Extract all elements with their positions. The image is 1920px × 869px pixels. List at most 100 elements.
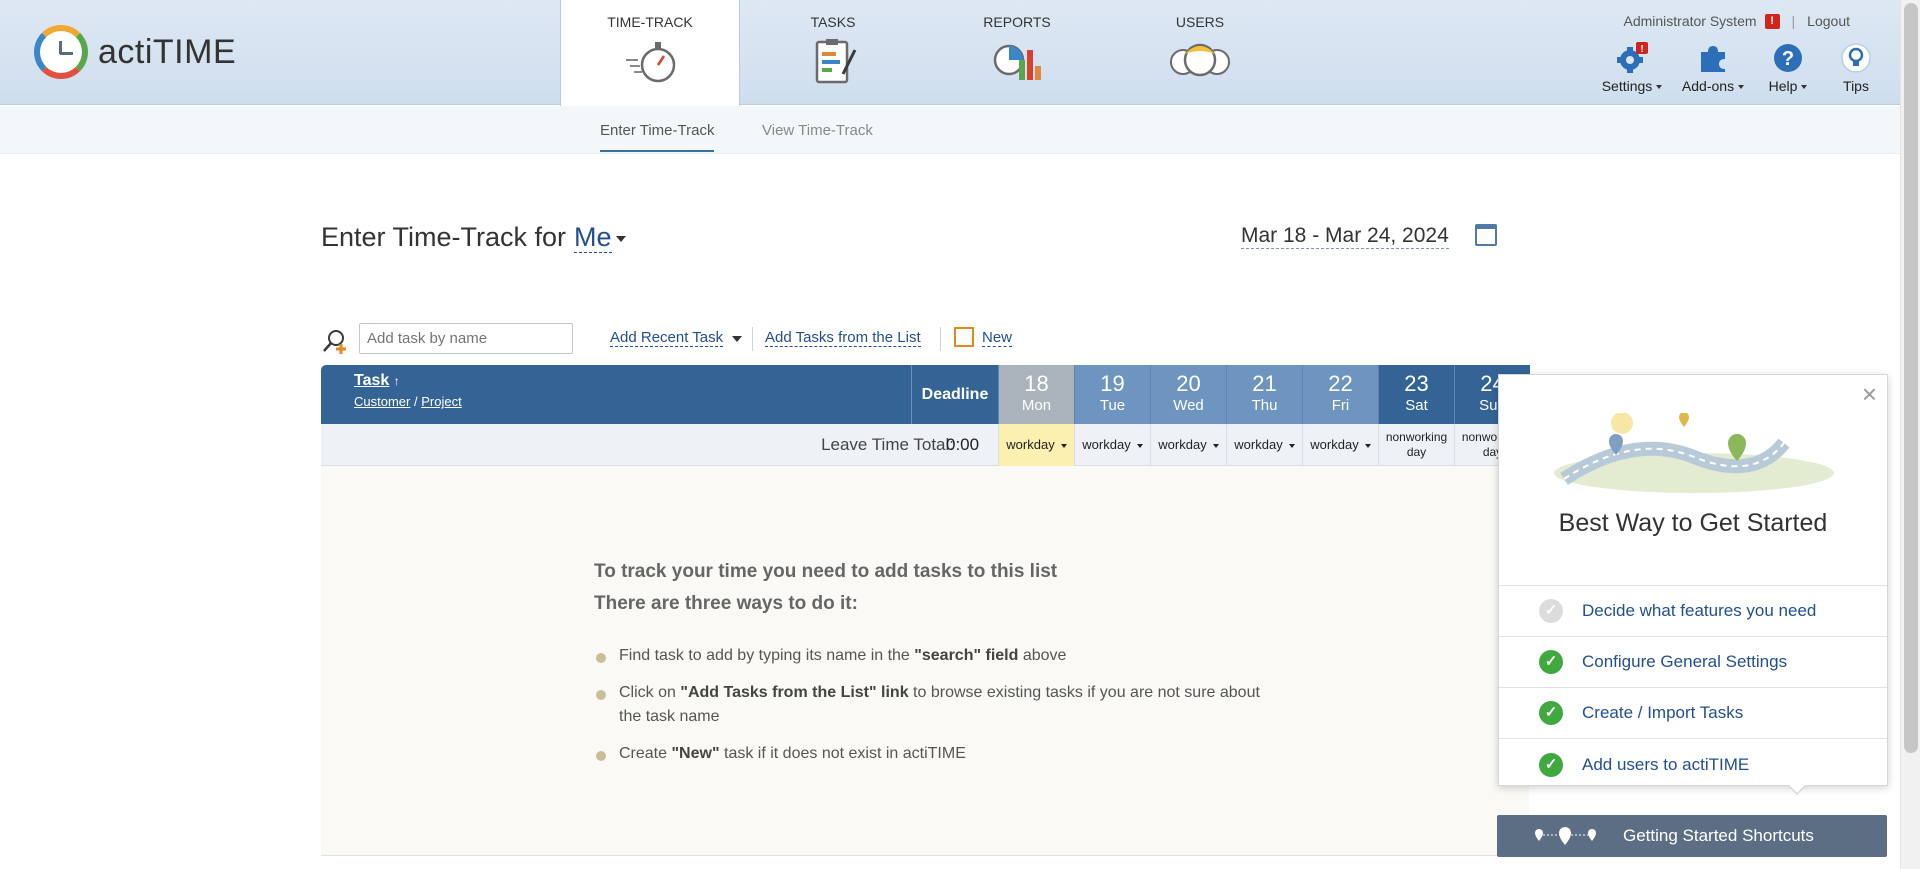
tab-users[interactable]: USERS	[1110, 0, 1290, 105]
help-label: Help	[1768, 78, 1798, 94]
text: Create	[619, 745, 672, 762]
task-column-header: Task ↑ Customer / Project	[354, 372, 462, 409]
day-status-select[interactable]: workday	[1074, 424, 1150, 466]
day-status-select[interactable]: workday	[1226, 424, 1302, 466]
date-range-selector[interactable]: Mar 18 - Mar 24, 2024	[1241, 224, 1449, 249]
chevron-down-icon[interactable]	[732, 336, 742, 342]
day-name: Wed	[1173, 397, 1204, 414]
help-menu[interactable]: ? Help	[1755, 42, 1821, 94]
list-item: Find task to add by typing its name in t…	[594, 644, 1274, 668]
check-icon: ✓	[1539, 752, 1563, 777]
page-title-text: Enter Time-Track for	[321, 222, 567, 252]
tab-reports[interactable]: REPORTS	[927, 0, 1107, 105]
day-status-label: workday	[1158, 437, 1207, 452]
text: above	[1018, 647, 1067, 664]
tips-label: Tips	[1843, 78, 1869, 94]
gs-item-decide-features[interactable]: ✓ Decide what features you need	[1499, 586, 1887, 637]
task-sort-link[interactable]: Task	[354, 372, 389, 389]
chevron-down-icon	[1738, 85, 1745, 90]
close-icon[interactable]: ×	[1862, 381, 1877, 407]
settings-menu[interactable]: ! Settings	[1599, 42, 1665, 94]
bold-text: "search" field	[914, 647, 1019, 664]
separator: |	[1791, 13, 1796, 29]
day-num: 20	[1176, 371, 1201, 396]
day-name: Fri	[1331, 397, 1350, 414]
day-num: 18	[1024, 371, 1049, 396]
customer-sort-link[interactable]: Customer	[354, 394, 410, 409]
empty-heading-line: To track your time you need to add tasks…	[594, 561, 1058, 582]
day-status-select[interactable]: workday	[1302, 424, 1378, 466]
sort-arrow-icon[interactable]: ↑	[394, 374, 400, 388]
chevron-down-icon	[1060, 443, 1067, 448]
text: Find task to add by typing its name in t…	[619, 647, 915, 664]
calendar-icon[interactable]	[1475, 224, 1497, 246]
day-status-label: nonworking	[1385, 430, 1448, 444]
scrollbar-thumb[interactable]	[1904, 3, 1918, 753]
question-icon: ?	[1774, 44, 1802, 72]
leave-time-label: Leave Time Total:	[821, 435, 954, 454]
add-tasks-from-list-link[interactable]: Add Tasks from the List	[765, 329, 921, 347]
check-icon: ✓	[1539, 701, 1563, 725]
top-header: actiTIME TIME-TRACK TASKS REPORTS USERS …	[0, 0, 1900, 106]
day-header-sat: 23 Sat	[1378, 365, 1454, 424]
clock-logo-icon	[34, 25, 88, 79]
panel-pointer	[1788, 785, 1806, 795]
chevron-down-icon[interactable]	[615, 235, 626, 242]
getting-started-shortcuts-button[interactable]: Getting Started Shortcuts	[1497, 815, 1887, 857]
day-header-tue: 19 Tue	[1074, 365, 1150, 424]
day-num: 23	[1404, 371, 1429, 396]
day-num: 21	[1252, 371, 1277, 396]
gs-item-configure-settings[interactable]: ✓ Configure General Settings	[1499, 637, 1887, 688]
add-recent-task-link[interactable]: Add Recent Task	[610, 329, 724, 347]
tab-tasks[interactable]: TASKS	[743, 0, 923, 105]
user-name[interactable]: Administrator System	[1623, 13, 1756, 29]
addons-menu[interactable]: Add-ons	[1680, 42, 1746, 94]
user-select[interactable]: Me	[574, 222, 612, 253]
tips-button[interactable]: Tips	[1823, 42, 1889, 94]
gs-item-label: Add users to actiTIME	[1582, 754, 1750, 774]
addons-label: Add-ons	[1681, 78, 1735, 94]
list-item: Click on "Add Tasks from the List" link …	[594, 681, 1274, 729]
actitime-logo[interactable]: actiTIME	[34, 25, 236, 79]
puzzle-icon	[1701, 46, 1725, 72]
timetrack-grid-header: Task ↑ Customer / Project Deadline 18 Mon…	[321, 365, 1530, 424]
subnav-view-time-track[interactable]: View Time-Track	[762, 122, 873, 139]
search-add-icon[interactable]	[321, 327, 349, 355]
add-task-search-input[interactable]	[359, 323, 573, 354]
users-icon	[1170, 43, 1230, 77]
project-sort-link[interactable]: Project	[421, 394, 461, 409]
shortcuts-label: Getting Started Shortcuts	[1623, 826, 1814, 845]
subnav-enter-time-track[interactable]: Enter Time-Track	[600, 122, 715, 152]
chevron-down-icon	[1364, 443, 1371, 448]
day-status-select[interactable]: workday	[1150, 424, 1226, 466]
day-header-mon: 18 Mon	[998, 365, 1074, 424]
alert-badge-icon[interactable]: !	[1764, 13, 1780, 29]
tab-time-track[interactable]: TIME-TRACK	[560, 0, 740, 106]
page-scrollbar[interactable]	[1900, 0, 1920, 869]
logout-link[interactable]: Logout	[1807, 13, 1850, 29]
clipboard-icon	[815, 39, 857, 84]
day-status-label: workday	[1006, 437, 1055, 452]
day-status-nonworking: nonworking day	[1378, 424, 1454, 466]
getting-started-title: Best Way to Get Started	[1558, 509, 1828, 537]
sub-navigation: Enter Time-Track View Time-Track	[0, 106, 1900, 154]
check-icon: ✓	[1539, 599, 1563, 623]
settings-badge: !	[1640, 44, 1643, 55]
day-status-select[interactable]: workday	[998, 424, 1074, 466]
new-task-link[interactable]: New	[982, 329, 1013, 347]
day-name: Tue	[1099, 397, 1126, 414]
toolbar-divider	[752, 327, 753, 351]
chevron-down-icon	[1212, 443, 1219, 448]
gs-item-create-import-tasks[interactable]: ✓ Create / Import Tasks	[1499, 688, 1887, 739]
gs-item-add-users[interactable]: ✓ Add users to actiTIME	[1499, 739, 1887, 790]
user-area: Administrator System ! | Logout	[1623, 13, 1850, 29]
day-status-label: workday	[1310, 437, 1359, 452]
empty-task-list: To track your time you need to add tasks…	[321, 466, 1529, 856]
getting-started-list: ✓ Decide what features you need ✓ Configur…	[1499, 585, 1887, 790]
stopwatch-icon	[626, 42, 676, 83]
check-icon: ✓	[1539, 650, 1563, 674]
new-task-icon[interactable]	[954, 327, 974, 347]
empty-heading: To track your time you need to add tasks…	[594, 556, 1057, 620]
day-header-thu: 21 Thu	[1226, 365, 1302, 424]
text: Click on	[619, 684, 681, 701]
